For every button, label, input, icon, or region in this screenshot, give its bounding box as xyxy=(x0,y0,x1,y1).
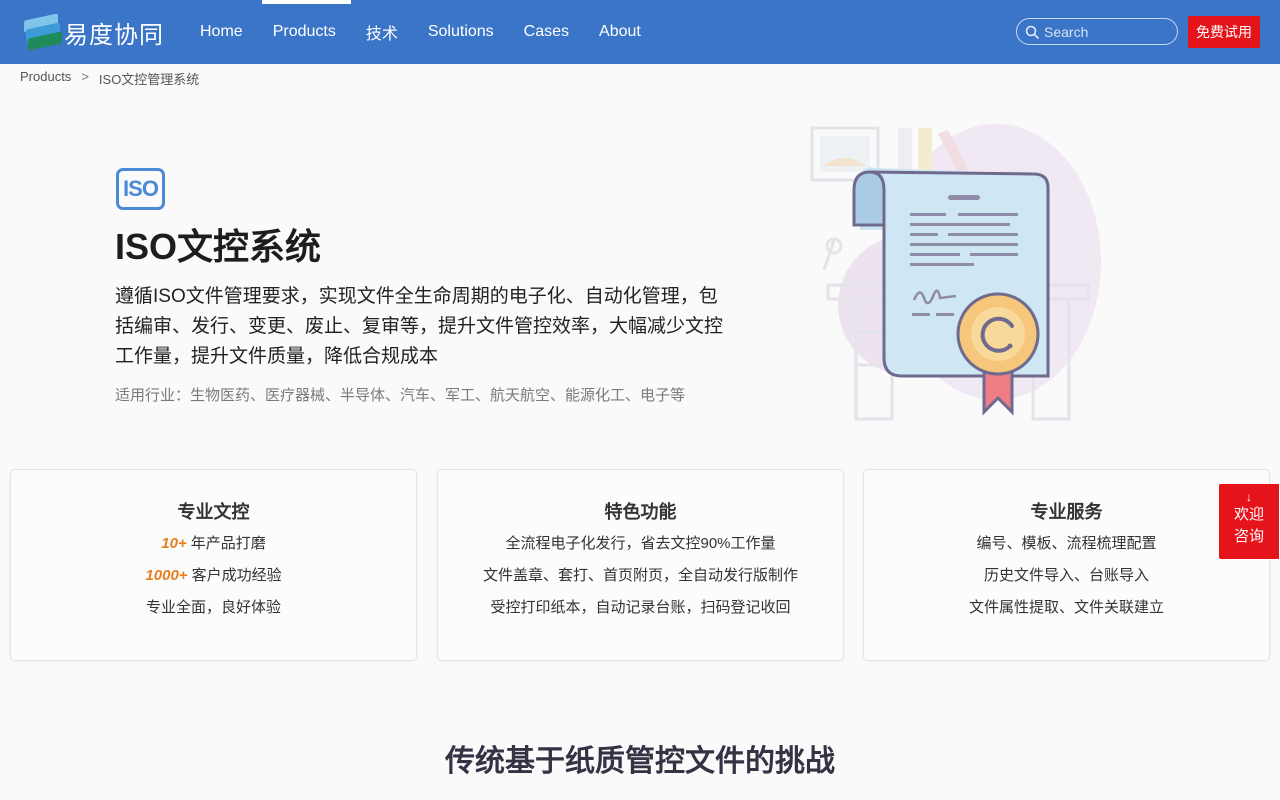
card-title: 专业文控 xyxy=(177,502,250,522)
card-row-text: 年产品打磨 xyxy=(190,535,266,552)
search-icon xyxy=(1025,25,1039,39)
nav-about[interactable]: About xyxy=(584,0,656,64)
card-row: 文件属性提取、文件关联建立 xyxy=(968,599,1164,616)
card-row: 编号、模板、流程梳理配置 xyxy=(976,535,1157,552)
nav-products[interactable]: Products xyxy=(258,0,351,64)
card-row-highlight: 10+ xyxy=(161,535,187,552)
consult-line-1: 欢迎 xyxy=(1233,506,1264,523)
card-title: 专业服务 xyxy=(1030,502,1103,522)
logo-icon xyxy=(24,13,62,51)
main-nav: Home Products 技术 Solutions Cases About xyxy=(185,0,656,64)
breadcrumb-products-link[interactable]: Products xyxy=(20,69,71,88)
nav-technology[interactable]: 技术 xyxy=(351,0,413,64)
logo-text: 易度协同 xyxy=(64,20,164,49)
hero-industries: 适用行业：生物医药、医疗器械、半导体、汽车、军工、航天航空、能源化工、电子等 xyxy=(115,387,686,404)
page-title: ISO文控系统 xyxy=(115,226,322,267)
card-row-text: 专业全面，良好体验 xyxy=(145,599,281,616)
card-row: 专业全面，良好体验 xyxy=(11,592,416,624)
breadcrumb-current: ISO文控管理系统 xyxy=(98,72,200,87)
breadcrumb-separator: > xyxy=(81,69,89,84)
card-row: 历史文件导入、台账导入 xyxy=(983,567,1149,584)
free-trial-button[interactable]: 免费试用 xyxy=(1188,16,1260,48)
top-navbar: 易度协同 Home Products 技术 Solutions Cases Ab… xyxy=(0,0,1280,64)
feature-card-service: 专业服务 编号、模板、流程梳理配置 历史文件导入、台账导入 文件属性提取、文件关… xyxy=(863,469,1270,661)
card-row-highlight: 1000+ xyxy=(145,567,188,584)
certificate-illustration xyxy=(810,124,1101,421)
feature-card-professional: 专业文控 10+ 年产品打磨 1000+ 客户成功经验 专业全面，良好体验 xyxy=(10,469,417,661)
feature-card-features: 特色功能 全流程电子化发行，省去文控90%工作量 文件盖章、套打、首页附页，全自… xyxy=(437,469,844,661)
card-row: 10+ 年产品打磨 xyxy=(11,528,416,560)
section-title: 传统基于纸质管控文件的挑战 xyxy=(445,745,835,778)
card-row: 受控打印纸本，自动记录台账，扫码登记收回 xyxy=(490,599,791,616)
iso-logo-icon: ISO xyxy=(116,168,165,210)
card-row-text: 客户成功经验 xyxy=(191,567,282,584)
search-box[interactable] xyxy=(1016,18,1178,45)
site-logo[interactable]: 易度协同 xyxy=(24,13,164,51)
consult-float-button[interactable]: ↓ 欢迎 咨询 xyxy=(1219,484,1279,559)
card-row: 全流程电子化发行，省去文控90%工作量 xyxy=(505,535,776,552)
card-row: 1000+ 客户成功经验 xyxy=(11,560,416,592)
nav-solutions[interactable]: Solutions xyxy=(413,0,509,64)
card-row: 文件盖章、套打、首页附页，全自动发行版制作 xyxy=(482,567,798,584)
hero-description: 遵循ISO文件管理要求，实现文件全生命周期的电子化、自动化管理，包括编审、发行、… xyxy=(115,286,724,367)
card-title: 特色功能 xyxy=(604,502,677,522)
breadcrumb: Products > ISO文控管理系统 xyxy=(20,69,199,88)
chevron-double-down-icon: ↓ xyxy=(1246,490,1252,504)
nav-home[interactable]: Home xyxy=(185,0,258,64)
nav-cases[interactable]: Cases xyxy=(509,0,584,64)
consult-line-2: 咨询 xyxy=(1233,528,1264,545)
search-input[interactable] xyxy=(1044,23,1164,40)
